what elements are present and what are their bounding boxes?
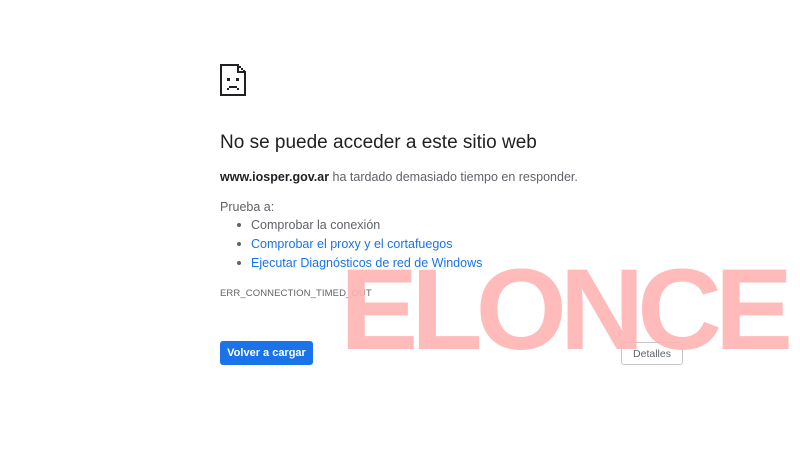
error-description: www.iosper.gov.ar ha tardado demasiado t… <box>220 170 578 184</box>
error-code: ERR_CONNECTION_TIMED_OUT <box>220 288 372 299</box>
error-page: No se puede acceder a este sitio web www… <box>220 0 700 450</box>
suggestions-list: Comprobar la conexión Comprobar el proxy… <box>236 216 482 273</box>
suggestion-network-diagnostics-item: Ejecutar Diagnósticos de red de Windows <box>236 254 482 273</box>
reload-button[interactable]: Volver a cargar <box>220 341 313 365</box>
run-network-diagnostics-link[interactable]: Ejecutar Diagnósticos de red de Windows <box>251 256 482 270</box>
site-host: www.iosper.gov.ar <box>220 170 330 184</box>
page-title: No se puede acceder a este sitio web <box>220 132 537 153</box>
suggestions-heading: Prueba a: <box>220 200 275 214</box>
suggestion-proxy-firewall-item: Comprobar el proxy y el cortafuegos <box>236 235 482 254</box>
check-proxy-firewall-link[interactable]: Comprobar el proxy y el cortafuegos <box>251 237 452 251</box>
description-text: ha tardado demasiado tiempo en responder… <box>329 170 578 184</box>
details-button[interactable]: Detalles <box>621 342 683 365</box>
suggestion-check-connection: Comprobar la conexión <box>236 216 482 235</box>
sad-page-icon <box>220 64 246 96</box>
